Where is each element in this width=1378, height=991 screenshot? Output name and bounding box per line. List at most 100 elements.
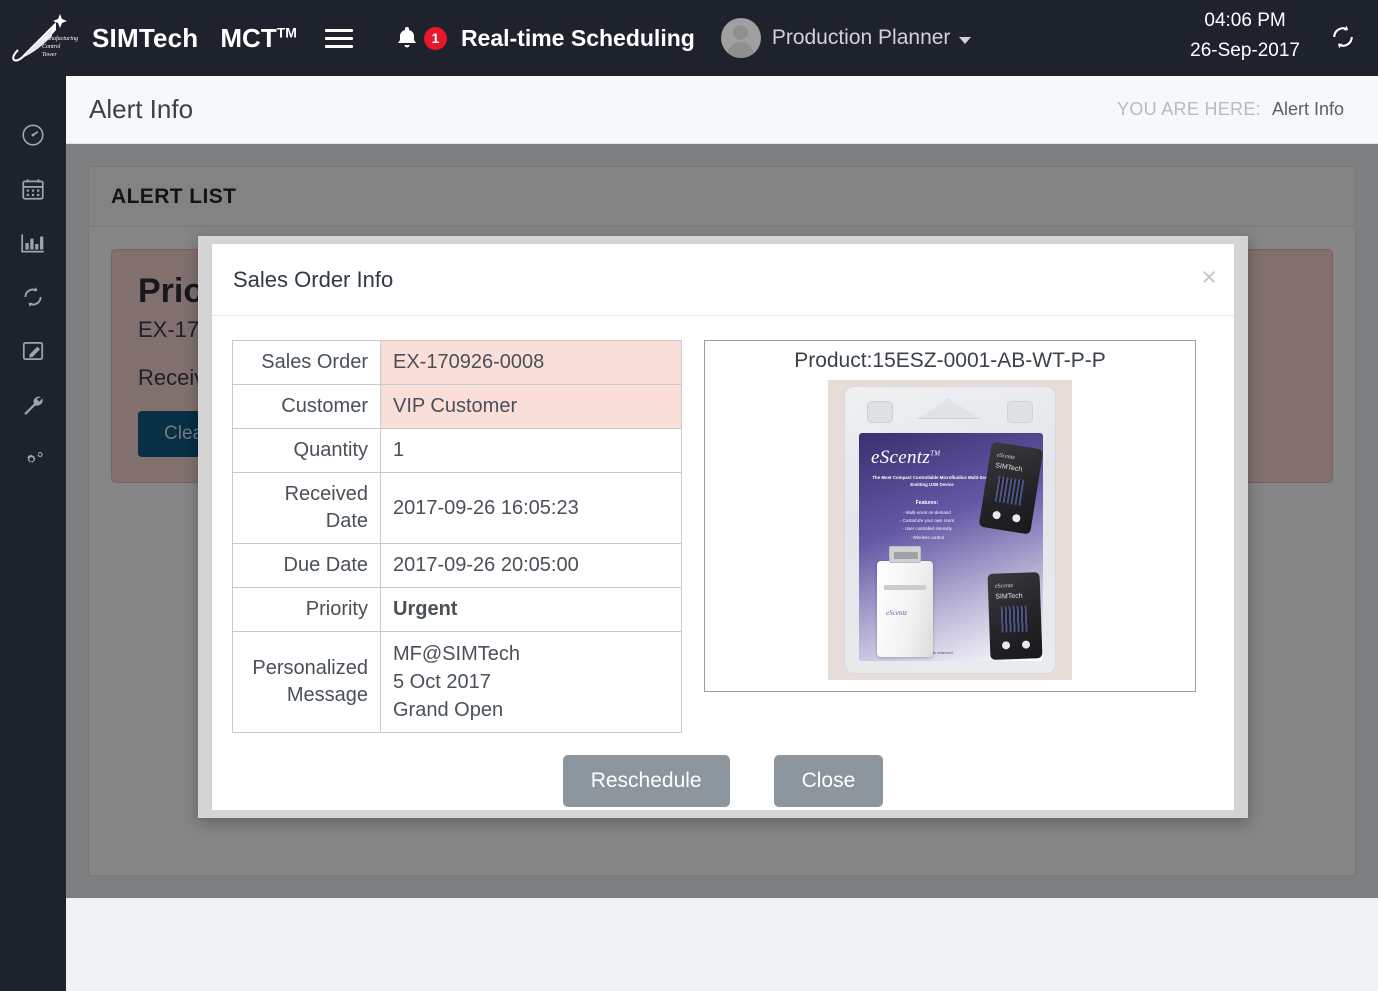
product-tagline: The Most Compact Controllable Microfluid… [872,475,992,487]
scent-cartridge: eScentz SIMTech [987,572,1043,660]
table-row: Quantity 1 [232,428,682,473]
table-row-message: Personalized Message MF@SIMTech 5 Oct 20… [232,631,682,733]
modal-body: Sales Order EX-170926-0008 Customer VIP … [212,316,1234,733]
table-row: Priority Urgent [232,587,682,632]
sidebar-navigation [0,76,66,991]
feature-item: - User controlled intensity [902,526,952,532]
table-row: Customer VIP Customer [232,384,682,429]
usb-plug [889,546,921,563]
sidebar-item-sync[interactable] [0,270,66,324]
product-photo: eScentzTM The Most Compact Controllable … [828,380,1072,680]
modal-title: Sales Order Info [233,266,394,292]
hang-hole [917,399,981,419]
company-logo[interactable]: Manufacturing Control Tower [0,0,88,76]
manufacturing-control-tower-logo-icon: Manufacturing Control Tower [12,14,78,62]
sidebar-item-edit[interactable] [0,324,66,378]
bell-icon [397,27,416,48]
device-brand-label: eScentz [886,609,907,617]
message-line: Grand Open [393,699,504,721]
row-value: VIP Customer [380,384,682,429]
product-label: MCT [220,22,277,53]
hamburger-bar [324,28,353,32]
message-line: 5 Oct 2017 [393,671,491,693]
hamburger-menu-icon[interactable] [324,24,353,52]
sidebar-item-calendar[interactable] [0,162,66,216]
refresh-button[interactable] [1328,22,1358,57]
page-header: Alert Info YOU ARE HERE: Alert Info [66,76,1378,144]
sidebar-item-tools[interactable] [0,378,66,432]
svg-text:Tower: Tower [42,52,57,58]
usb-cartridge-slot [884,585,926,590]
pack-cavity [1007,401,1033,423]
user-menu[interactable]: Production Planner [720,18,972,58]
hamburger-bar [324,44,353,48]
breadcrumb-current[interactable]: Alert Info [1272,99,1344,120]
wrench-icon [24,396,43,415]
row-value: EX-170926-0008 [380,340,682,385]
modal-header: Sales Order Info × [212,244,1234,316]
sidebar-item-dashboard[interactable] [0,108,66,162]
avatar-body [727,42,755,58]
row-label: Priority [232,587,381,632]
cartridge-brand: eScentz [994,583,1014,590]
breadcrumb: YOU ARE HERE: Alert Info [1117,99,1344,120]
product-brand-label: eScentzTM [871,447,940,469]
edit-pencil-icon [22,342,44,360]
modal-footer: Reschedule Close [212,733,1234,807]
row-label: Quantity [232,428,381,473]
row-label: Sales Order [232,340,381,385]
refresh-icon [24,287,42,307]
cartridge-maker: SIMTech [994,462,1023,474]
product-panel: Product:15ESZ-0001-AB-WT-P-P eScentzTM T… [704,340,1196,692]
cartridge-hole [1001,641,1011,650]
clock-display: 04:06 PM 26-Sep-2017 [1190,6,1300,66]
brand-name: SIMTech [92,22,199,53]
feature-item: - Wireless control [910,534,944,540]
row-value: 2017-09-26 20:05:00 [380,543,682,588]
row-value: MF@SIMTech 5 Oct 2017 Grand Open [380,631,682,733]
notification-count-badge: 1 [423,26,447,50]
brand-text: eScentz [871,447,931,468]
svg-text:Control: Control [42,44,61,50]
cartridge-maker: SIMTech [995,592,1023,601]
feature-item: - Customize your own scent [899,517,955,523]
pack-cavity [867,401,893,423]
reschedule-button[interactable]: Reschedule [562,755,730,807]
avatar-head [733,25,749,40]
cartridge-hole [992,510,1002,520]
table-row: Due Date 2017-09-26 20:05:00 [232,543,682,588]
sales-order-info-table: Sales Order EX-170926-0008 Customer VIP … [232,340,682,733]
refresh-icon [1333,25,1353,49]
avatar [720,18,761,58]
page-title: Alert Info [89,94,194,124]
user-name-label: Production Planner [771,26,951,49]
row-value: Urgent [380,587,682,632]
sidebar-item-settings[interactable] [0,432,66,486]
cartridge-hole [1021,640,1031,649]
sidebar-item-reports[interactable] [0,216,66,270]
cartridge-hole [1011,513,1021,523]
row-label: Personalized Message [232,631,381,733]
cartridge-qr-code [994,475,1025,506]
blister-pack: eScentzTM The Most Compact Controllable … [844,386,1056,674]
features-title: Features: [915,500,939,506]
top-navigation-bar: Manufacturing Control Tower SIMTech MCT T… [0,0,1378,76]
close-button[interactable]: Close [773,755,884,807]
message-line: MF@SIMTech [393,643,520,665]
feature-item: - Multi-scent on-demand [903,509,951,515]
app-root: Manufacturing Control Tower SIMTech MCT T… [0,0,1378,991]
row-value: 2017-09-26 16:05:23 [380,472,682,544]
product-features: Features: - Multi-scent on-demand - Cust… [872,499,982,542]
gears-icon [27,451,44,463]
notifications-button[interactable]: 1 [395,25,447,51]
svg-text:Manufacturing: Manufacturing [41,35,78,42]
close-icon[interactable]: × [1201,264,1217,291]
table-row: Sales Order EX-170926-0008 [232,340,682,385]
trademark-mark: TM [930,449,941,458]
chevron-down-icon [959,36,972,44]
table-row: Received Date 2017-09-26 16:05:23 [232,472,682,544]
calendar-icon [22,179,44,200]
hamburger-bar [324,36,353,40]
row-value: 1 [380,428,682,473]
current-date: 26-Sep-2017 [1190,40,1300,61]
